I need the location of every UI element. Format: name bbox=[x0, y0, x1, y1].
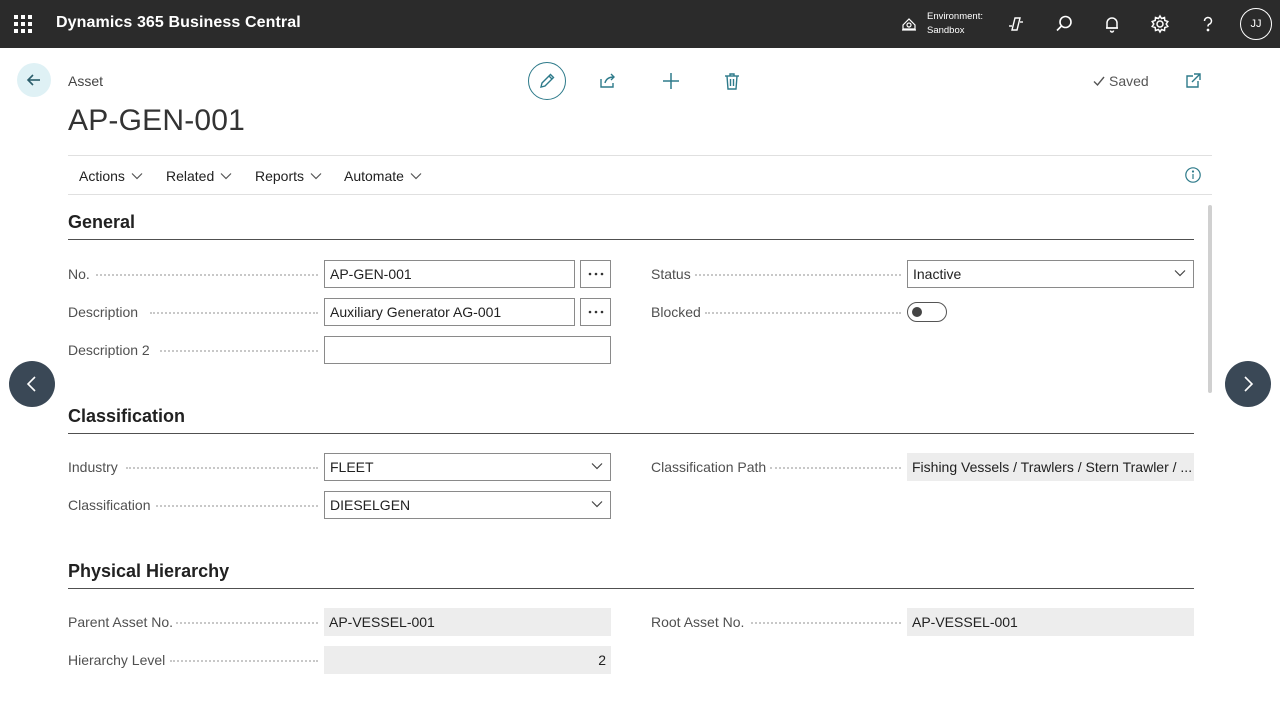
no-label: No. bbox=[68, 266, 90, 282]
classification-dropdown[interactable]: DIESELGEN bbox=[324, 491, 611, 519]
parent-asset-no-field: AP-VESSEL-001 bbox=[324, 608, 611, 636]
page-title: AP-GEN-001 bbox=[68, 104, 246, 137]
description-field[interactable]: Auxiliary Generator AG-001 bbox=[324, 298, 575, 326]
arrow-left-icon bbox=[26, 74, 40, 86]
menu-reports[interactable]: Reports bbox=[255, 168, 322, 184]
menu-automate[interactable]: Automate bbox=[344, 168, 422, 184]
status-dropdown[interactable]: Inactive bbox=[907, 260, 1194, 288]
section-general-title[interactable]: General bbox=[68, 212, 135, 233]
classification-path-field: Fishing Vessels / Trawlers / Stern Trawl… bbox=[907, 453, 1194, 481]
label-leader bbox=[770, 467, 901, 469]
user-avatar[interactable]: JJ bbox=[1240, 8, 1272, 40]
section-divider bbox=[68, 588, 1194, 589]
environment-label: Environment: bbox=[927, 11, 983, 22]
hierarchy-level-field: 2 bbox=[324, 646, 611, 674]
ellipsis-icon bbox=[588, 310, 603, 314]
blocked-label: Blocked bbox=[651, 304, 701, 320]
environment-indicator[interactable]: Environment: Sandbox bbox=[900, 9, 983, 39]
ellipsis-icon bbox=[588, 272, 603, 276]
share-icon[interactable] bbox=[597, 70, 619, 92]
bell-icon[interactable] bbox=[1100, 12, 1124, 36]
new-icon[interactable] bbox=[660, 70, 682, 92]
label-leader bbox=[176, 622, 318, 624]
label-leader bbox=[96, 274, 318, 276]
search-icon[interactable] bbox=[1052, 12, 1076, 36]
chevron-down-icon bbox=[1174, 270, 1186, 277]
edit-icon bbox=[540, 73, 555, 88]
industry-label: Industry bbox=[68, 459, 118, 475]
saved-status: Saved bbox=[1092, 73, 1149, 89]
description-2-label: Description 2 bbox=[68, 342, 150, 358]
info-icon[interactable] bbox=[1184, 166, 1202, 184]
status-label: Status bbox=[651, 266, 691, 282]
top-bar: Dynamics 365 Business Central Environmen… bbox=[0, 0, 1280, 48]
parent-asset-no-label: Parent Asset No. bbox=[68, 614, 174, 630]
saved-label: Saved bbox=[1109, 73, 1149, 89]
open-new-window-icon[interactable] bbox=[1182, 70, 1204, 92]
description-2-field[interactable] bbox=[324, 336, 611, 364]
section-physical-hierarchy-title[interactable]: Physical Hierarchy bbox=[68, 561, 229, 582]
environment-icon bbox=[902, 18, 916, 31]
chevron-down-icon bbox=[591, 463, 603, 470]
label-leader bbox=[150, 312, 318, 314]
description-lookup-button[interactable] bbox=[580, 298, 611, 326]
chevron-down-icon bbox=[310, 173, 322, 180]
industry-value: FLEET bbox=[330, 459, 374, 475]
chevron-down-icon bbox=[410, 173, 422, 180]
previous-record-button[interactable] bbox=[9, 361, 55, 407]
app-title[interactable]: Dynamics 365 Business Central bbox=[56, 14, 301, 32]
help-icon[interactable] bbox=[1196, 12, 1220, 36]
chevron-down-icon bbox=[591, 501, 603, 508]
environment-value: Sandbox bbox=[927, 25, 965, 36]
hierarchy-level-label: Hierarchy Level bbox=[68, 652, 166, 668]
chevron-down-icon bbox=[131, 173, 143, 180]
edit-button[interactable] bbox=[528, 62, 566, 100]
label-leader bbox=[126, 467, 318, 469]
copilot-icon[interactable] bbox=[1004, 12, 1028, 36]
label-leader bbox=[160, 350, 318, 352]
breadcrumb: Asset bbox=[68, 73, 104, 89]
menu-related[interactable]: Related bbox=[166, 168, 232, 184]
industry-dropdown[interactable]: FLEET bbox=[324, 453, 611, 481]
label-leader bbox=[751, 622, 901, 624]
label-leader bbox=[695, 274, 901, 276]
root-asset-no-label: Root Asset No. bbox=[651, 614, 745, 630]
chevron-down-icon bbox=[220, 173, 232, 180]
toggle-knob bbox=[912, 307, 922, 317]
next-record-button[interactable] bbox=[1225, 361, 1271, 407]
section-classification-title[interactable]: Classification bbox=[68, 406, 185, 427]
classification-label: Classification bbox=[68, 497, 151, 513]
chevron-right-icon bbox=[1244, 376, 1254, 392]
no-field[interactable]: AP-GEN-001 bbox=[324, 260, 575, 288]
action-bar: Actions Related Reports Automate bbox=[68, 155, 1212, 195]
root-asset-no-field: AP-VESSEL-001 bbox=[907, 608, 1194, 636]
description-label: Description bbox=[68, 304, 139, 320]
menu-actions[interactable]: Actions bbox=[79, 168, 143, 184]
classification-path-label: Classification Path bbox=[651, 459, 767, 475]
delete-icon[interactable] bbox=[721, 70, 743, 92]
checkmark-icon bbox=[1093, 76, 1105, 87]
blocked-toggle[interactable] bbox=[907, 302, 947, 322]
chevron-left-icon bbox=[26, 376, 36, 392]
label-leader bbox=[705, 312, 901, 314]
gear-icon[interactable] bbox=[1148, 12, 1172, 36]
section-divider bbox=[68, 433, 1194, 434]
no-lookup-button[interactable] bbox=[580, 260, 611, 288]
vertical-scrollbar[interactable] bbox=[1208, 205, 1212, 393]
classification-value: DIESELGEN bbox=[330, 497, 411, 513]
section-divider bbox=[68, 239, 1194, 240]
label-leader bbox=[156, 505, 318, 507]
waffle-icon[interactable] bbox=[14, 15, 32, 33]
back-button[interactable] bbox=[17, 63, 51, 97]
label-leader bbox=[170, 660, 318, 662]
status-value: Inactive bbox=[913, 266, 962, 282]
